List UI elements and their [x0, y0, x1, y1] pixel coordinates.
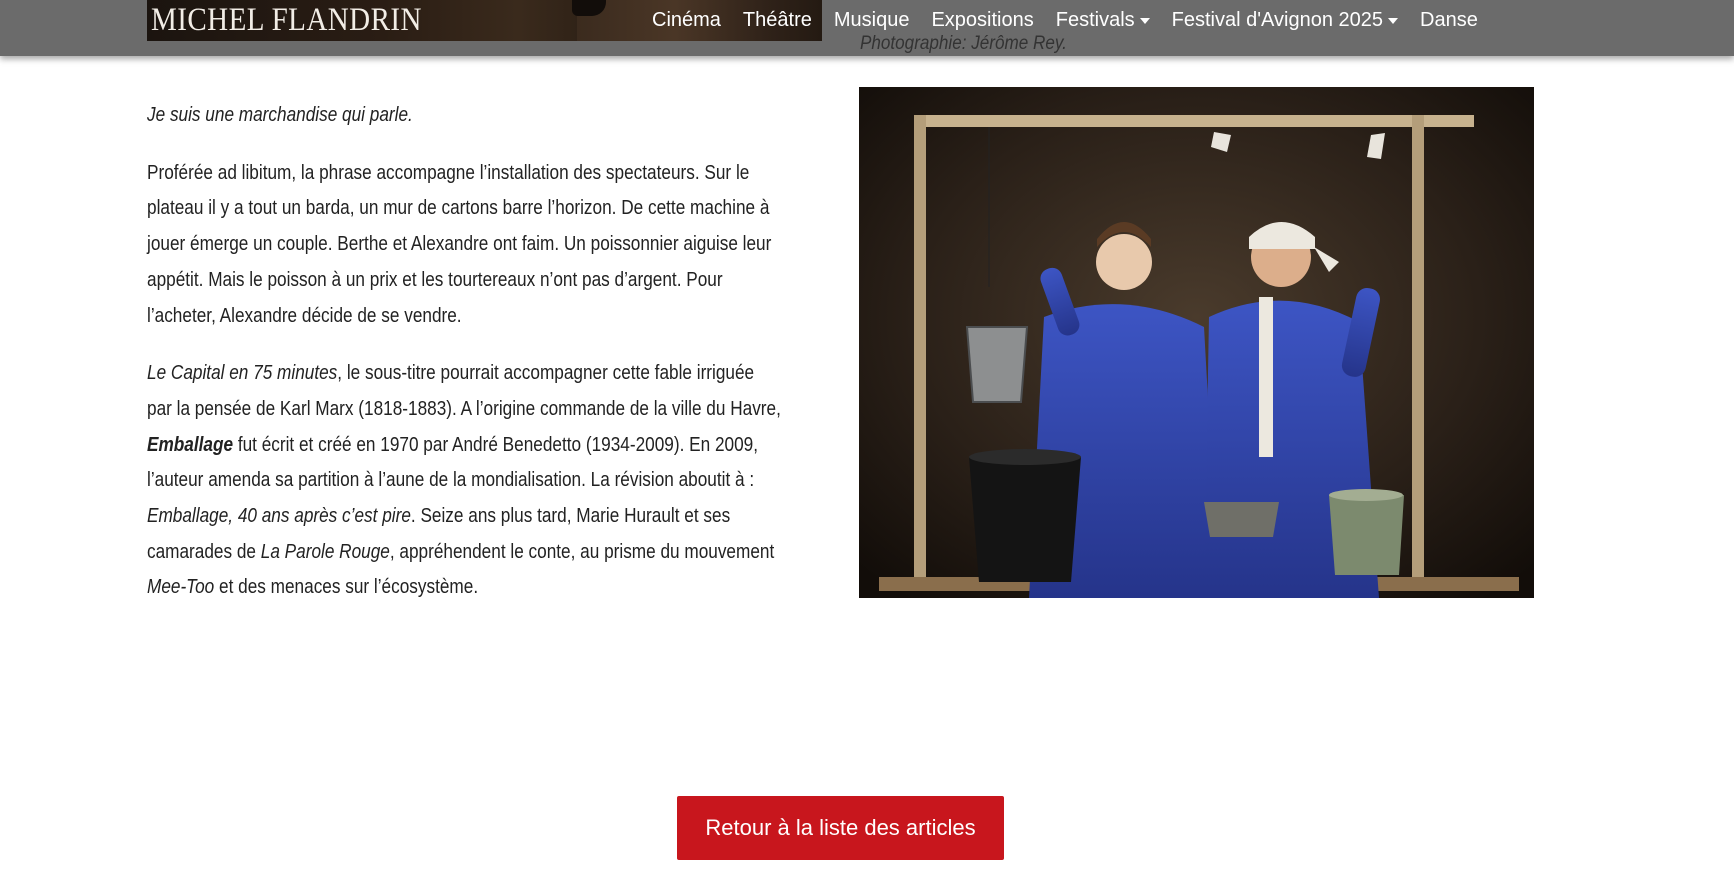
- nav-item-festival-avignon-2025[interactable]: Festival d'Avignon 2025: [1171, 9, 1399, 32]
- nav-item-expositions[interactable]: Expositions: [931, 9, 1033, 32]
- nav-item-festivals[interactable]: Festivals: [1056, 9, 1150, 32]
- nav-item-label: Théâtre: [742, 9, 812, 31]
- nav-item-label: Festival d'Avignon 2025: [1171, 9, 1384, 31]
- text-line: l’auteur amenda sa partition à l’aune de…: [147, 469, 755, 492]
- text-line: l’acheter, Alexandre décide de se vendre…: [147, 304, 462, 327]
- nav-item-label: Musique: [833, 9, 910, 31]
- italic-title: Mee-Too: [147, 576, 215, 599]
- caret-down-icon: [1388, 17, 1399, 24]
- photo-caption: Photographie: Jérôme Rey.: [860, 33, 1067, 54]
- text-line: camarades de La Parole Rouge, appréhende…: [147, 540, 775, 563]
- nav-item-label: Cinéma: [652, 9, 721, 31]
- bold-title: Emballage: [147, 433, 234, 456]
- text-line: Proférée ad libitum, la phrase accompagn…: [147, 161, 750, 184]
- text-line: Mee-Too et des menaces sur l’écosystème.: [147, 576, 479, 599]
- nav-item-label: Festivals: [1055, 9, 1135, 31]
- article-paragraph: Le Capital en 75 minutes, le sous-titre …: [147, 356, 837, 606]
- caret-down-icon: [1139, 17, 1150, 24]
- article-paragraph: Je suis une marchandise qui parle.: [147, 98, 837, 134]
- nav-item-theatre[interactable]: Théâtre: [743, 9, 812, 32]
- text-line: par la pensée de Karl Marx (1818-1883). …: [147, 397, 781, 420]
- text-line: Le Capital en 75 minutes, le sous-titre …: [147, 362, 755, 385]
- back-to-articles-button[interactable]: Retour à la liste des articles: [677, 796, 1004, 860]
- production-photo: [859, 87, 1534, 598]
- italic-title: Le Capital en 75 minutes: [147, 362, 338, 385]
- article-lead-quote: Je suis une marchandise qui parle.: [147, 104, 413, 126]
- italic-title: Emballage, 40 ans après c’est pire: [147, 505, 411, 528]
- text-line: plateau il y a tout un barda, un mur de …: [147, 197, 770, 220]
- nav-item-danse[interactable]: Danse: [1420, 9, 1478, 32]
- nav-item-label: Danse: [1420, 9, 1478, 31]
- article-paragraph: Proférée ad libitum, la phrase accompagn…: [147, 156, 837, 335]
- text-line: Emballage fut écrit et créé en 1970 par …: [147, 433, 759, 456]
- nav-item-musique[interactable]: Musique: [834, 9, 910, 32]
- text-line: Emballage, 40 ans après c’est pire. Seiz…: [147, 505, 731, 528]
- article-body: Je suis une marchandise qui parle. Profé…: [147, 98, 837, 628]
- nav-item-label: Expositions: [931, 9, 1034, 31]
- italic-title: La Parole Rouge: [260, 540, 390, 563]
- nav-item-cinema[interactable]: Cinéma: [652, 9, 721, 32]
- text-line: jouer émerge un couple. Berthe et Alexan…: [147, 233, 772, 256]
- brand-name: MICHEL FLANDRIN: [151, 2, 422, 38]
- text-line: appétit. Mais le poisson à un prix et le…: [147, 268, 723, 291]
- stage-photo-image: [859, 87, 1534, 598]
